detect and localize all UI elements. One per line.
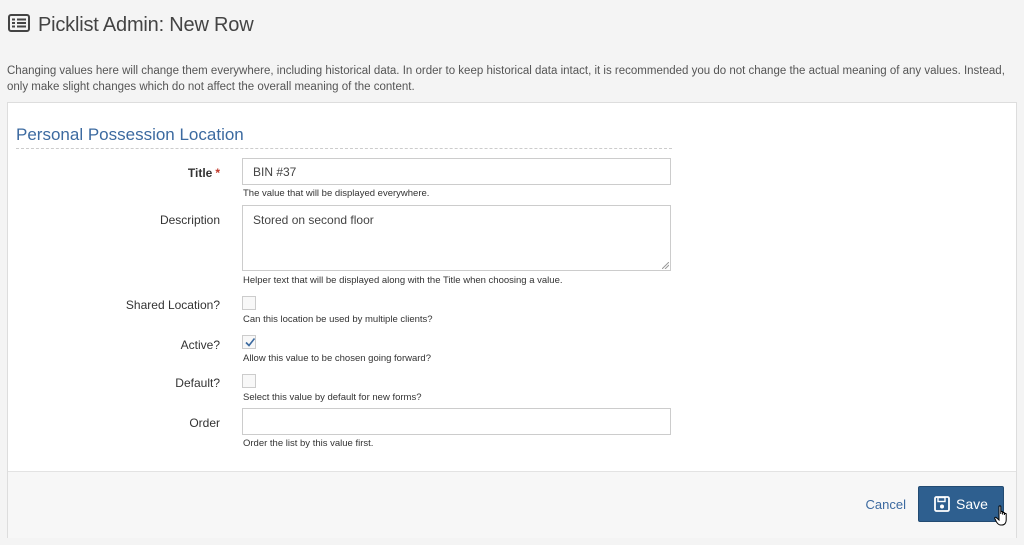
title-label: Title * xyxy=(187,166,220,180)
order-input[interactable] xyxy=(242,408,671,435)
active-label: Active? xyxy=(180,338,220,352)
active-checkbox[interactable] xyxy=(242,335,256,349)
active-help: Allow this value to be chosen going forw… xyxy=(243,353,432,364)
required-marker: * xyxy=(215,166,220,180)
section-title: Personal Possession Location xyxy=(16,125,672,149)
description-help: Helper text that will be displayed along… xyxy=(243,275,563,286)
save-button[interactable]: Save xyxy=(918,486,1004,522)
default-label: Default? xyxy=(175,376,220,390)
order-label: Order xyxy=(189,416,220,430)
shared-location-help: Can this location be used by multiple cl… xyxy=(243,314,433,325)
description-textarea[interactable]: Stored on second floor xyxy=(242,205,671,271)
shared-location-checkbox[interactable] xyxy=(242,296,256,310)
form-panel: Personal Possession Location Title * BIN … xyxy=(7,102,1017,538)
description-value: Stored on second floor xyxy=(253,213,374,227)
default-help: Select this value by default for new for… xyxy=(243,392,422,403)
default-checkbox[interactable] xyxy=(242,374,256,388)
form-footer: Cancel Save xyxy=(8,471,1016,538)
hand-cursor-icon xyxy=(994,505,1007,526)
page-header: Picklist Admin: New Row xyxy=(8,14,254,37)
title-input[interactable]: BIN #37 xyxy=(242,158,671,185)
order-help: Order the list by this value first. xyxy=(243,438,374,449)
page-title: Picklist Admin: New Row xyxy=(38,14,254,36)
cancel-button[interactable]: Cancel xyxy=(866,497,906,512)
checkmark-icon xyxy=(245,338,256,347)
resize-grip-icon[interactable] xyxy=(662,262,669,269)
description-label: Description xyxy=(159,213,220,227)
list-icon xyxy=(8,14,30,37)
intro-text: Changing values here will change them ev… xyxy=(7,65,1005,93)
title-help: The value that will be displayed everywh… xyxy=(243,188,430,199)
title-input-value: BIN #37 xyxy=(253,165,297,179)
floppy-disk-icon xyxy=(934,496,950,512)
shared-location-label: Shared Location? xyxy=(125,298,220,312)
save-label: Save xyxy=(956,496,988,512)
